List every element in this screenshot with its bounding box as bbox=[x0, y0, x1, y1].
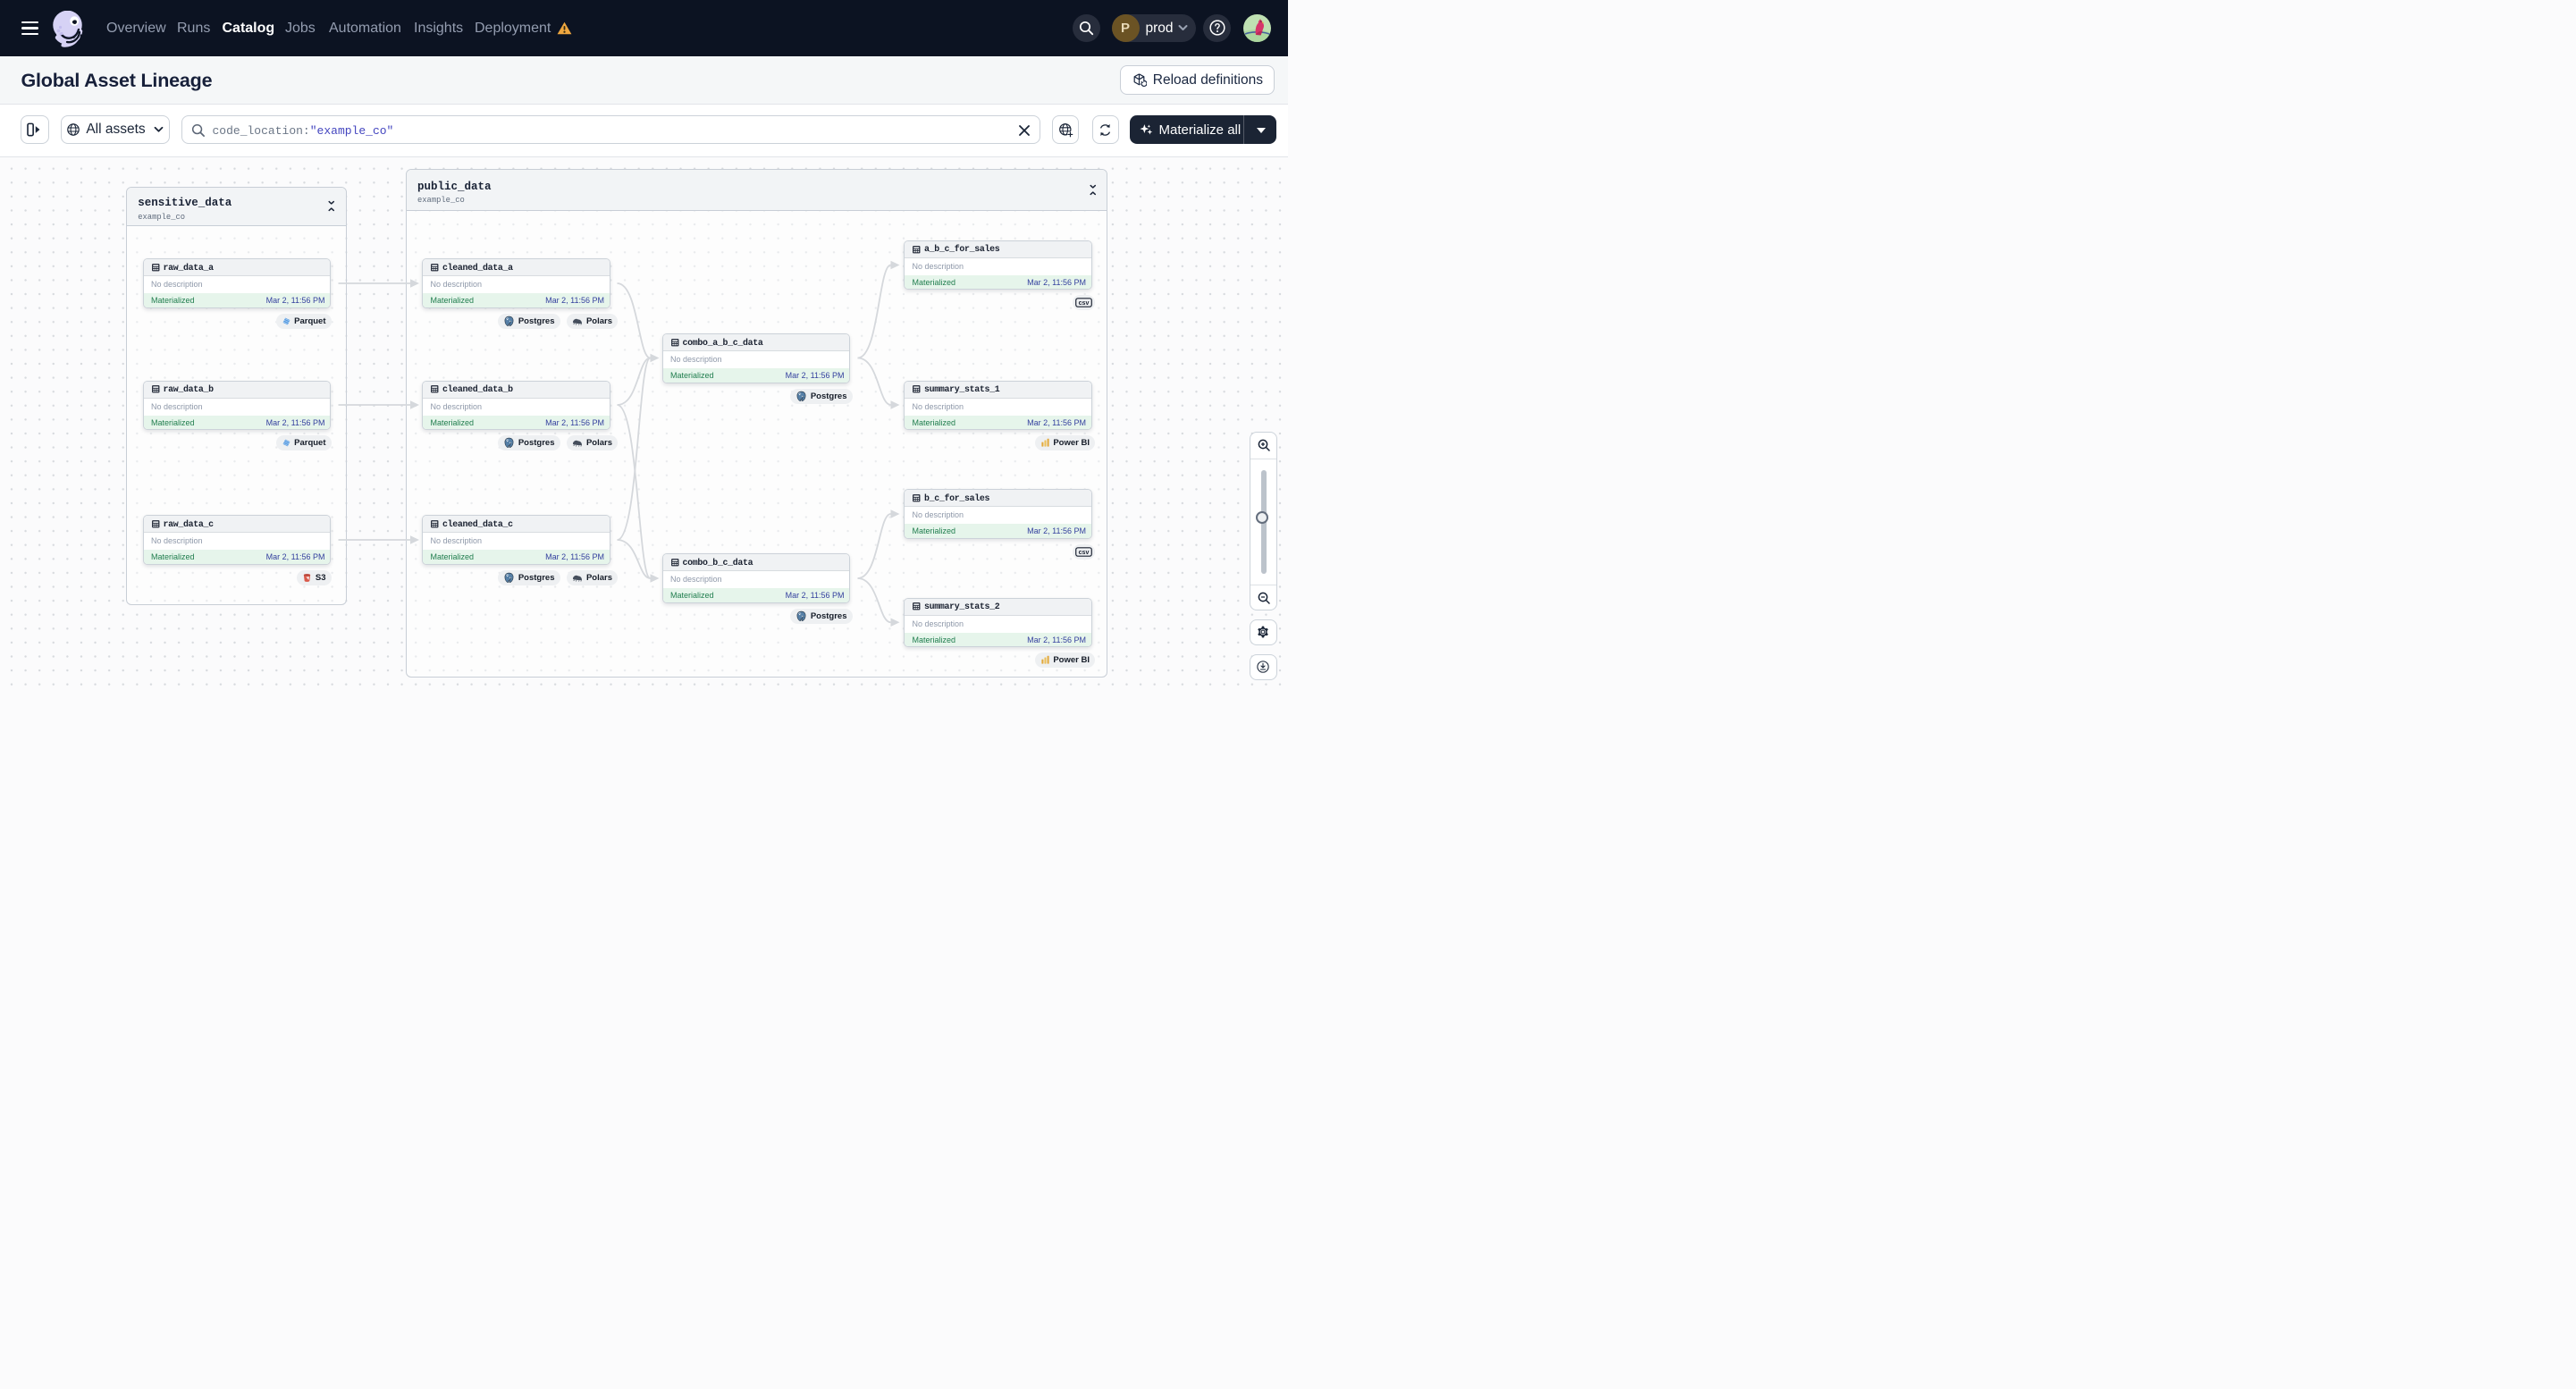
svg-text:csv: csv bbox=[1079, 550, 1090, 556]
svg-text:csv: csv bbox=[1079, 300, 1090, 307]
